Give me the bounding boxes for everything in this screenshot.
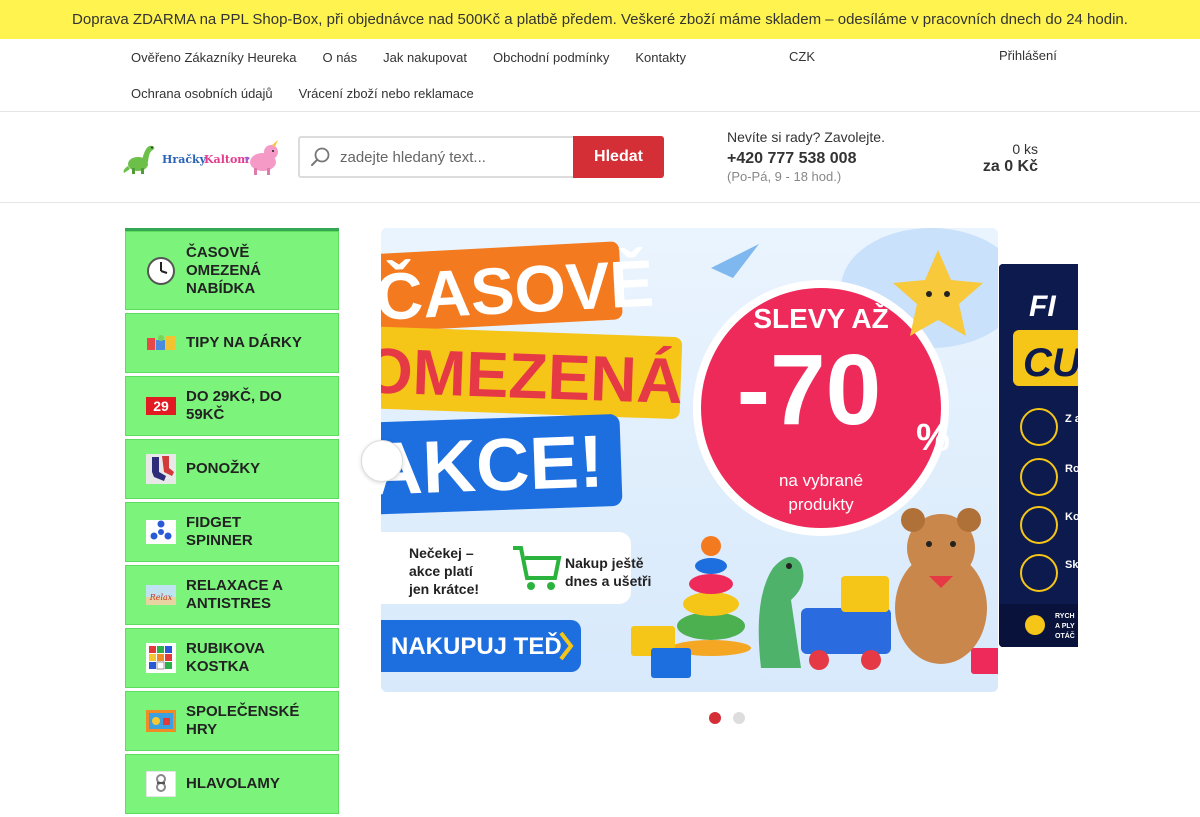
- search-box: [298, 136, 573, 178]
- category-item-socks[interactable]: PONOŽKY: [125, 439, 339, 499]
- currency-selector[interactable]: CZK: [789, 49, 815, 65]
- contact-question: Nevíte si rady? Zavolejte.: [727, 129, 885, 145]
- svg-text:-70: -70: [737, 334, 882, 446]
- svg-text:jen krátce!: jen krátce!: [408, 581, 479, 597]
- nav-row-1: Ověřeno Zákazníky Heureka O nás Jak naku…: [118, 39, 778, 75]
- category-sidebar: ČASOVĚ OMEZENÁ NABÍDKA TIPY NA DÁRKY 29 …: [125, 228, 339, 817]
- spinner-icon: [146, 517, 176, 547]
- slider-prev-button[interactable]: [361, 440, 403, 482]
- slide-active[interactable]: ČASOVĚ OMEZENÁ AKCE! SLEVY AŽ -70 % na v…: [381, 228, 998, 692]
- svg-text:29: 29: [153, 398, 169, 414]
- svg-text:A PLY: A PLY: [1055, 623, 1075, 630]
- svg-text:dnes a ušetři: dnes a ušetři: [565, 573, 651, 589]
- svg-text:Sk da ka: Sk da ka: [1065, 559, 1078, 571]
- category-item-rubik[interactable]: RUBIKOVA KOSTKA: [125, 628, 339, 688]
- svg-text:ČASOVĚ: ČASOVĚ: [381, 246, 656, 334]
- category-item-cheap[interactable]: 29 DO 29Kč, DO 59Kč: [125, 376, 339, 436]
- slide-next-preview[interactable]: FI CU Z a h Ro so a r Ko a l do Sk da ka…: [999, 264, 1078, 647]
- nav-link-contacts[interactable]: Kontakty: [622, 50, 699, 65]
- nav-link-heureka[interactable]: Ověřeno Zákazníky Heureka: [118, 50, 309, 65]
- category-label: RELAXACE A ANTISTRES: [186, 577, 283, 612]
- nav-row-2: Ochrana osobních údajů Vrácení zboží neb…: [118, 75, 778, 111]
- announcement-bar: Doprava ZDARMA na PPL Shop-Box, při obje…: [0, 0, 1200, 39]
- svg-text:Z a h: Z a h: [1065, 413, 1078, 425]
- site-header: Hračky Kaltom Hledat Nevíte si rady? Zav…: [0, 112, 1200, 203]
- search-input[interactable]: [340, 138, 570, 176]
- contact-hours: (Po-Pá, 9 - 18 hod.): [727, 169, 842, 184]
- category-item-gift-tips[interactable]: TIPY NA DÁRKY: [125, 313, 339, 373]
- svg-text:OMEZENÁ: OMEZENÁ: [381, 334, 684, 417]
- login-link[interactable]: Přihlášení: [999, 48, 1057, 64]
- currency-label: CZK: [789, 49, 815, 64]
- banner-notes: Nečekej – akce platí jen krátce! Nakup j…: [381, 532, 651, 604]
- svg-text:AKCE!: AKCE!: [381, 419, 605, 510]
- contact-phone[interactable]: +420 777 538 008: [727, 150, 856, 168]
- svg-text:produkty: produkty: [788, 495, 854, 514]
- svg-text:Ro so a r: Ro so a r: [1065, 463, 1078, 475]
- discount-badge: SLEVY AŽ -70 % na vybrané produkty: [693, 280, 950, 536]
- category-label: HLAVOLAMY: [186, 775, 280, 792]
- svg-text:CU: CU: [1023, 341, 1078, 385]
- slider-dot-1[interactable]: [709, 712, 721, 724]
- secondary-nav: Ověřeno Zákazníky Heureka O nás Jak naku…: [0, 39, 1200, 112]
- search-button[interactable]: Hledat: [573, 136, 664, 178]
- category-item-time-limited[interactable]: ČASOVĚ OMEZENÁ NABÍDKA: [125, 231, 339, 310]
- svg-text:RYCH: RYCH: [1055, 613, 1075, 620]
- svg-text:%: %: [916, 417, 950, 459]
- svg-text:SLEVY AŽ: SLEVY AŽ: [753, 303, 888, 334]
- banner-slider: ČASOVĚ OMEZENÁ AKCE! SLEVY AŽ -70 % na v…: [361, 228, 1078, 728]
- clock-icon: [146, 256, 176, 286]
- slider-pagination: [709, 712, 745, 724]
- site-logo[interactable]: Hračky Kaltom: [122, 140, 284, 176]
- svg-text:Nakup ještě: Nakup ještě: [565, 555, 644, 571]
- category-item-board-games[interactable]: SPOLEČENSKÉ HRY: [125, 691, 339, 751]
- category-item-puzzles[interactable]: HLAVOLAMY: [125, 754, 339, 814]
- unicorn-icon: [245, 140, 278, 175]
- nav-link-returns[interactable]: Vrácení zboží nebo reklamace: [286, 86, 487, 101]
- nav-link-about[interactable]: O nás: [309, 50, 370, 65]
- board-game-icon: [146, 706, 176, 736]
- dino-icon: [123, 145, 155, 174]
- announcement-message: Doprava ZDARMA na PPL Shop-Box, při obje…: [68, 11, 1132, 28]
- gift-toys-icon: [146, 328, 176, 358]
- slider-dot-2[interactable]: [733, 712, 745, 724]
- svg-text:na vybrané: na vybrané: [779, 471, 863, 490]
- svg-text:OTÁČ: OTÁČ: [1055, 631, 1075, 640]
- category-label: DO 29Kč, DO 59Kč: [186, 388, 282, 423]
- promo-banner-image: ČASOVĚ OMEZENÁ AKCE! SLEVY AŽ -70 % na v…: [381, 228, 998, 692]
- svg-text:Kaltom: Kaltom: [204, 153, 249, 166]
- banner-cta: NAKUPUJ TEĎ: [381, 620, 581, 672]
- rubik-cube-icon: [146, 643, 176, 673]
- price-29-icon: 29: [146, 391, 176, 421]
- nav-links: Ověřeno Zákazníky Heureka O nás Jak naku…: [118, 39, 778, 111]
- relax-icon: Relax: [146, 580, 176, 610]
- nav-link-terms[interactable]: Obchodní podmínky: [480, 50, 622, 65]
- svg-text:Relax: Relax: [149, 593, 173, 602]
- svg-text:akce platí: akce platí: [409, 563, 474, 579]
- socks-icon: [146, 454, 176, 484]
- category-label: PONOŽKY: [186, 460, 261, 477]
- svg-text:Nečekej –: Nečekej –: [409, 545, 474, 561]
- category-label: SPOLEČENSKÉ HRY: [186, 703, 300, 738]
- nav-link-how-to-buy[interactable]: Jak nakupovat: [370, 50, 480, 65]
- category-item-relax[interactable]: Relax RELAXACE A ANTISTRES: [125, 565, 339, 625]
- search-icon: [311, 147, 330, 166]
- puzzle-icon: [146, 769, 176, 799]
- svg-text:Hračky: Hračky: [162, 153, 207, 166]
- announcement-text: Doprava ZDARMA na PPL Shop-Box, při obje…: [72, 11, 1128, 28]
- category-label: FIDGET SPINNER: [186, 514, 253, 549]
- cart-quantity[interactable]: 0 ks: [1012, 141, 1038, 157]
- category-label: TIPY NA DÁRKY: [186, 334, 302, 351]
- nav-link-privacy[interactable]: Ochrana osobních údajů: [118, 86, 286, 101]
- category-label: RUBIKOVA KOSTKA: [186, 640, 265, 675]
- category-label: ČASOVĚ OMEZENÁ NABÍDKA: [186, 243, 261, 297]
- category-item-fidget-spinner[interactable]: FIDGET SPINNER: [125, 502, 339, 562]
- search-form: Hledat: [298, 136, 664, 178]
- next-banner-image: FI CU Z a h Ro so a r Ko a l do Sk da ka…: [999, 264, 1078, 647]
- cart-total[interactable]: za 0 Kč: [983, 158, 1038, 176]
- login-label: Přihlášení: [999, 48, 1057, 63]
- svg-text:Ko a l do: Ko a l do: [1065, 511, 1078, 523]
- svg-text:FI: FI: [1029, 290, 1056, 323]
- svg-text:NAKUPUJ TEĎ: NAKUPUJ TEĎ: [391, 632, 562, 660]
